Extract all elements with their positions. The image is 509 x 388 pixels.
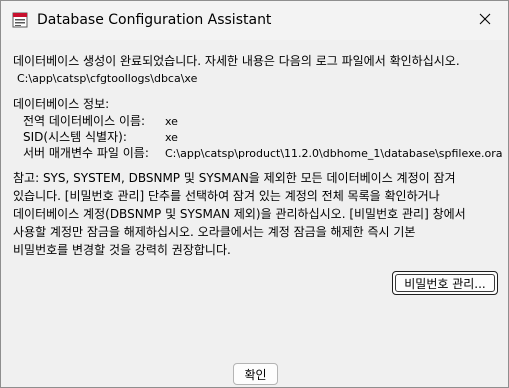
oracle-app-icon xyxy=(12,12,28,28)
global-db-name-value: xe xyxy=(165,115,178,128)
close-button[interactable] xyxy=(462,1,508,40)
note-line: 데이터베이스 계정(DBSNMP 및 SYSMAN 제외)을 관리하십시오. [… xyxy=(13,207,466,221)
note-line: 사용할 계정만 잠금을 해제하십시오. 오라클에서는 계정 잠금을 해제한 즉시… xyxy=(13,225,416,239)
log-path: C:\app\catsp\cfgtoollogs\dbca\xe xyxy=(17,72,198,85)
password-management-button[interactable]: 비밀번호 관리... xyxy=(392,271,498,295)
completion-message: 데이터베이스 생성이 완료되었습니다. 자세한 내용은 다음의 로그 파일에서 … xyxy=(13,54,460,68)
note-line: 있습니다. [비밀번호 관리] 단추를 선택하여 잠겨 있는 계정의 전체 목록… xyxy=(13,189,440,203)
db-info-heading: 데이터베이스 정보: xyxy=(13,97,110,111)
spfile-value: C:\app\catsp\product\11.2.0\dbhome_1\dat… xyxy=(165,147,503,160)
spfile-label: 서버 매개변수 파일 이름: xyxy=(23,146,149,160)
title-bar[interactable]: Database Configuration Assistant xyxy=(1,1,508,40)
sid-value: xe xyxy=(165,131,178,144)
note-line: 참고: SYS, SYSTEM, DBSNMP 및 SYSMAN을 제외한 모든… xyxy=(13,171,456,185)
dialog-window: Database Configuration Assistant 데이터베이스 … xyxy=(0,0,509,388)
note-line: 비밀번호를 변경할 것을 강력히 권장합니다. xyxy=(13,243,231,257)
dialog-content: 데이터베이스 생성이 완료되었습니다. 자세한 내용은 다음의 로그 파일에서 … xyxy=(1,40,508,387)
sid-label: SID(시스템 식별자): xyxy=(23,130,127,144)
window-title: Database Configuration Assistant xyxy=(37,12,272,28)
close-icon xyxy=(479,13,491,28)
global-db-name-label: 전역 데이터베이스 이름: xyxy=(23,114,146,128)
ok-button[interactable]: 확인 xyxy=(233,363,278,385)
